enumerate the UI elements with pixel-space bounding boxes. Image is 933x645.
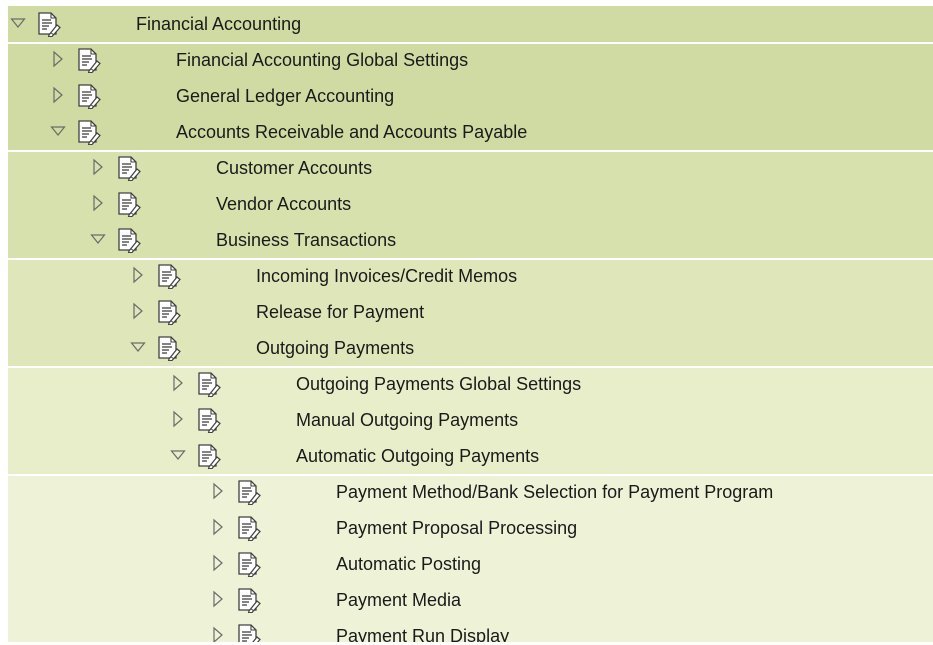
tree-node-row[interactable]: Release for Payment bbox=[8, 294, 933, 330]
collapse-triangle-icon[interactable] bbox=[170, 446, 186, 464]
tree-node-row[interactable]: Payment Run Display bbox=[8, 618, 933, 642]
document-icon[interactable] bbox=[116, 191, 142, 218]
tree-node-label[interactable]: Accounts Receivable and Accounts Payable bbox=[176, 121, 527, 143]
expand-triangle-icon[interactable] bbox=[90, 158, 106, 176]
tree-node-label[interactable]: Automatic Outgoing Payments bbox=[296, 445, 539, 467]
tree-node-row[interactable]: General Ledger Accounting bbox=[8, 78, 933, 114]
tree-node-row[interactable]: Vendor Accounts bbox=[8, 186, 933, 222]
expand-triangle-icon[interactable] bbox=[210, 554, 226, 572]
tree-node-label[interactable]: Incoming Invoices/Credit Memos bbox=[256, 265, 517, 287]
tree-node-row[interactable]: Customer Accounts bbox=[8, 150, 933, 186]
tree-node-label[interactable]: Customer Accounts bbox=[216, 157, 372, 179]
tree-node-label[interactable]: Payment Method/Bank Selection for Paymen… bbox=[336, 481, 773, 503]
tree-node-label[interactable]: Payment Media bbox=[336, 589, 461, 611]
tree-node-row[interactable]: Payment Proposal Processing bbox=[8, 510, 933, 546]
group-separator bbox=[8, 474, 933, 476]
document-icon[interactable] bbox=[36, 11, 62, 38]
expand-triangle-icon[interactable] bbox=[170, 410, 186, 428]
tree-node-row[interactable]: Incoming Invoices/Credit Memos bbox=[8, 258, 933, 294]
tree-node-label[interactable]: Outgoing Payments Global Settings bbox=[296, 373, 581, 395]
document-icon[interactable] bbox=[156, 335, 182, 362]
expand-triangle-icon[interactable] bbox=[210, 626, 226, 642]
document-icon[interactable] bbox=[236, 551, 262, 578]
expand-triangle-icon[interactable] bbox=[210, 518, 226, 536]
tree-node-label[interactable]: Automatic Posting bbox=[336, 553, 481, 575]
document-icon[interactable] bbox=[196, 407, 222, 434]
group-separator bbox=[8, 150, 933, 152]
expand-triangle-icon[interactable] bbox=[210, 590, 226, 608]
tree-node-label[interactable]: Manual Outgoing Payments bbox=[296, 409, 518, 431]
tree-node-label[interactable]: Financial Accounting Global Settings bbox=[176, 49, 468, 71]
tree-node-row[interactable]: Payment Media bbox=[8, 582, 933, 618]
tree-node-row[interactable]: Automatic Outgoing Payments bbox=[8, 438, 933, 474]
tree-node-row[interactable]: Financial Accounting Global Settings bbox=[8, 42, 933, 78]
collapse-triangle-icon[interactable] bbox=[90, 230, 106, 248]
document-icon[interactable] bbox=[196, 443, 222, 470]
document-icon[interactable] bbox=[76, 119, 102, 146]
document-icon[interactable] bbox=[156, 263, 182, 290]
group-separator bbox=[8, 258, 933, 260]
expand-triangle-icon[interactable] bbox=[50, 86, 66, 104]
collapse-triangle-icon[interactable] bbox=[10, 14, 26, 32]
tree-node-row[interactable]: Outgoing Payments bbox=[8, 330, 933, 366]
document-icon[interactable] bbox=[236, 623, 262, 642]
document-icon[interactable] bbox=[76, 83, 102, 110]
expand-triangle-icon[interactable] bbox=[170, 374, 186, 392]
group-separator bbox=[8, 42, 933, 44]
document-icon[interactable] bbox=[156, 299, 182, 326]
document-icon[interactable] bbox=[236, 479, 262, 506]
document-icon[interactable] bbox=[196, 371, 222, 398]
tree-node-row[interactable]: Outgoing Payments Global Settings bbox=[8, 366, 933, 402]
document-icon[interactable] bbox=[236, 515, 262, 542]
document-icon[interactable] bbox=[76, 47, 102, 74]
tree-node-label[interactable]: Release for Payment bbox=[256, 301, 424, 323]
img-tree: Financial Accounting Financial Accounting… bbox=[8, 6, 933, 642]
document-icon[interactable] bbox=[116, 155, 142, 182]
expand-triangle-icon[interactable] bbox=[210, 482, 226, 500]
tree-node-row[interactable]: Accounts Receivable and Accounts Payable bbox=[8, 114, 933, 150]
expand-triangle-icon[interactable] bbox=[90, 194, 106, 212]
tree-node-label[interactable]: Payment Run Display bbox=[336, 625, 509, 642]
expand-triangle-icon[interactable] bbox=[130, 266, 146, 284]
tree-node-row[interactable]: Payment Method/Bank Selection for Paymen… bbox=[8, 474, 933, 510]
tree-node-row[interactable]: Business Transactions bbox=[8, 222, 933, 258]
tree-node-label[interactable]: Outgoing Payments bbox=[256, 337, 414, 359]
tree-node-label[interactable]: General Ledger Accounting bbox=[176, 85, 394, 107]
document-icon[interactable] bbox=[116, 227, 142, 254]
group-separator bbox=[8, 366, 933, 368]
collapse-triangle-icon[interactable] bbox=[50, 122, 66, 140]
expand-triangle-icon[interactable] bbox=[50, 50, 66, 68]
collapse-triangle-icon[interactable] bbox=[130, 338, 146, 356]
document-icon[interactable] bbox=[236, 587, 262, 614]
tree-node-row[interactable]: Financial Accounting bbox=[8, 6, 933, 42]
tree-node-label[interactable]: Financial Accounting bbox=[136, 13, 301, 35]
expand-triangle-icon[interactable] bbox=[130, 302, 146, 320]
tree-node-label[interactable]: Business Transactions bbox=[216, 229, 396, 251]
tree-node-label[interactable]: Payment Proposal Processing bbox=[336, 517, 577, 539]
tree-node-row[interactable]: Manual Outgoing Payments bbox=[8, 402, 933, 438]
tree-node-row[interactable]: Automatic Posting bbox=[8, 546, 933, 582]
tree-node-label[interactable]: Vendor Accounts bbox=[216, 193, 351, 215]
